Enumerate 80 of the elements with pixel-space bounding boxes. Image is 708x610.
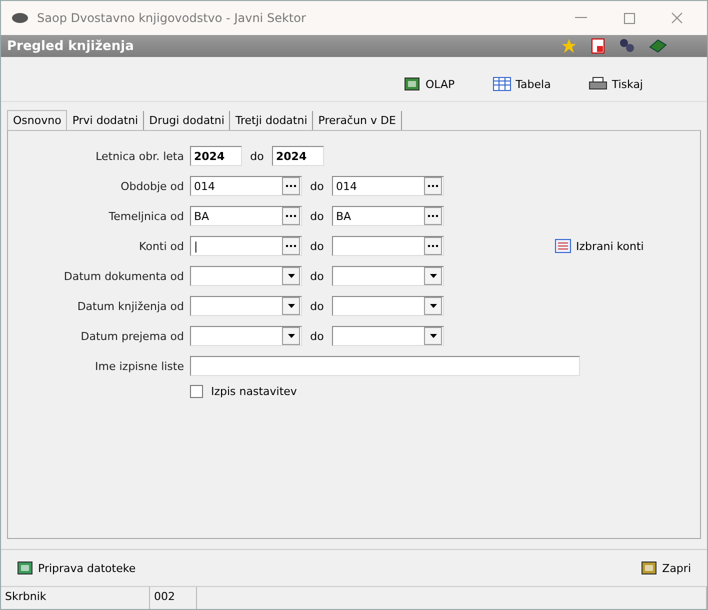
input-field[interactable]: |: [190, 236, 302, 256]
ellipsis-icon: [286, 214, 296, 218]
input-field[interactable]: [190, 266, 302, 286]
input-field[interactable]: [332, 296, 444, 316]
field-label: Datum dokumenta od: [62, 270, 185, 282]
range-label: do: [249, 150, 265, 162]
field-label: Konti od: [138, 240, 185, 252]
caret-icon: [430, 334, 436, 338]
dropdown-button[interactable]: [282, 267, 300, 285]
dropdown-button[interactable]: [282, 297, 300, 315]
input-field[interactable]: [332, 236, 444, 256]
browse-button[interactable]: [424, 177, 442, 195]
input-field[interactable]: 2024: [190, 146, 242, 166]
field-label: Ime izpisne liste: [94, 360, 185, 372]
dropdown-button[interactable]: [424, 297, 442, 315]
input-field[interactable]: [190, 326, 302, 346]
close-icon[interactable]: [671, 12, 683, 24]
input-field[interactable]: 2024: [272, 146, 324, 166]
range-label: do: [309, 210, 325, 222]
input-field[interactable]: [190, 356, 580, 376]
field-label: Temeljnica od: [108, 210, 185, 222]
browse-button[interactable]: [282, 207, 300, 225]
ellipsis-icon: [286, 184, 296, 188]
checkbox[interactable]: [190, 385, 203, 398]
printer-icon: [588, 77, 607, 91]
app-icon: [11, 12, 29, 24]
toolbar-button[interactable]: OLAP: [400, 74, 459, 94]
browse-button[interactable]: [282, 177, 300, 195]
checkbox-label: Izpis nastavitev: [211, 385, 297, 398]
input-field[interactable]: 014: [332, 176, 444, 196]
range-label: do: [309, 270, 325, 282]
minimize-icon[interactable]: [575, 17, 587, 19]
caret-icon: [288, 274, 294, 278]
toolbar-button[interactable]: Tabela: [488, 75, 555, 93]
prepare-file-button[interactable]: Priprava datoteke: [11, 559, 142, 577]
tab[interactable]: Drugi dodatni: [144, 111, 230, 130]
toolbar-button[interactable]: Tiskaj: [584, 75, 647, 93]
input-field[interactable]: BA: [190, 206, 302, 226]
range-label: do: [309, 240, 325, 252]
browse-button[interactable]: [424, 207, 442, 225]
ellipsis-icon: [428, 184, 438, 188]
field-label: Datum knjiženja od: [76, 300, 185, 312]
maximize-icon[interactable]: [624, 12, 634, 24]
range-label: do: [309, 330, 325, 342]
table-icon: [492, 77, 511, 91]
tab[interactable]: Prvi dodatni: [67, 111, 144, 130]
range-label: do: [309, 300, 325, 312]
field-label: Datum prejema od: [80, 330, 185, 342]
ellipsis-icon: [428, 244, 438, 248]
tab[interactable]: Preračun v DE: [313, 111, 402, 130]
status-code: 002: [150, 587, 197, 609]
range-label: do: [309, 180, 325, 192]
list-icon: [555, 239, 571, 253]
window-title: Saop Dvostavno knjigovodstvo - Javni Sektor: [37, 11, 307, 25]
browse-button[interactable]: [282, 237, 300, 255]
ellipsis-icon: [286, 244, 296, 248]
status-user: Skrbnik: [1, 587, 150, 609]
caret-icon: [288, 334, 294, 338]
browse-button[interactable]: [424, 237, 442, 255]
input-field[interactable]: [332, 326, 444, 346]
star-icon[interactable]: [561, 38, 577, 54]
input-field[interactable]: BA: [332, 206, 444, 226]
input-field[interactable]: 014: [190, 176, 302, 196]
input-field[interactable]: [190, 296, 302, 316]
dropdown-button[interactable]: [424, 267, 442, 285]
selected-accounts-button[interactable]: Izbrani konti: [549, 238, 650, 254]
field-label: Letnica obr. leta: [94, 150, 185, 162]
dropdown-button[interactable]: [424, 327, 442, 345]
input-field[interactable]: [332, 266, 444, 286]
dropdown-button[interactable]: [282, 327, 300, 345]
tab[interactable]: Osnovno: [7, 110, 68, 130]
ellipsis-icon: [428, 214, 438, 218]
caret-icon: [430, 274, 436, 278]
document-icon[interactable]: [591, 38, 605, 54]
tab[interactable]: Tretji dodatni: [230, 111, 314, 130]
caret-icon: [288, 304, 294, 308]
form-title: Pregled knjiženja: [7, 38, 135, 54]
close-form-button[interactable]: Zapri: [635, 559, 697, 577]
caret-icon: [430, 304, 436, 308]
field-label: Obdobje od: [120, 180, 185, 192]
